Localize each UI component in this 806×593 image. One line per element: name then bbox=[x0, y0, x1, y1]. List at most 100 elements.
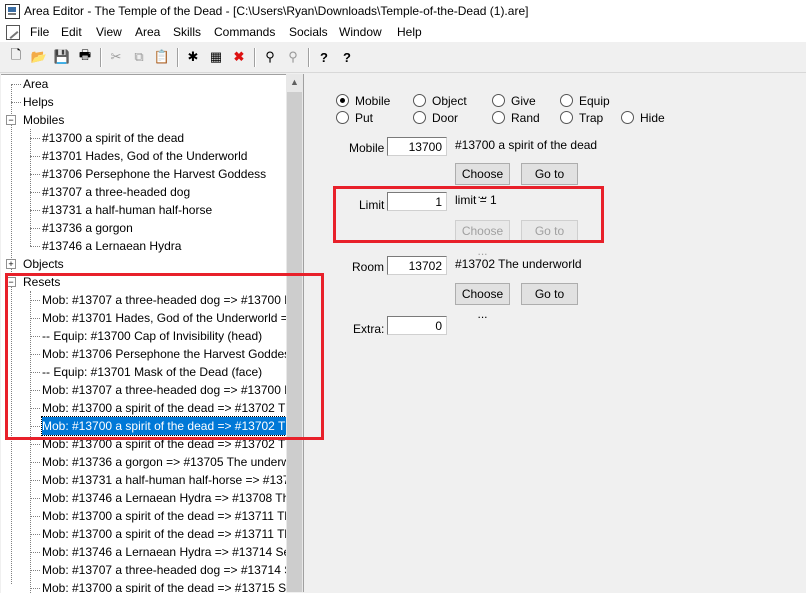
tree-connector bbox=[30, 246, 40, 247]
app-icon[interactable] bbox=[5, 4, 20, 19]
reset-editor-panel: Mobile Object Give Equip Put Door Rand T… bbox=[310, 74, 806, 592]
radio-circle bbox=[560, 111, 573, 125]
tree-connector bbox=[30, 480, 40, 481]
cut-icon[interactable]: ✂ bbox=[106, 47, 126, 67]
radio-circle bbox=[413, 111, 426, 125]
menu-commands[interactable]: Commands bbox=[214, 25, 275, 39]
tree-node-mobile[interactable]: #13731 a half-human half-horse bbox=[42, 201, 212, 219]
menu-help[interactable]: Help bbox=[397, 25, 422, 39]
tree-connector bbox=[30, 444, 40, 445]
toolbar-separator bbox=[254, 48, 256, 67]
mobile-label: Mobile bbox=[349, 141, 385, 155]
tree-connector bbox=[30, 192, 40, 193]
tree-node-helps[interactable]: Helps bbox=[23, 93, 54, 111]
tree-node-mobile[interactable]: #13707 a three-headed dog bbox=[42, 183, 190, 201]
new-file-icon[interactable]: 🗋 bbox=[6, 47, 26, 67]
menu-skills[interactable]: Skills bbox=[173, 25, 201, 39]
scroll-up-arrow-icon[interactable]: ▲ bbox=[286, 74, 303, 91]
radio-hide[interactable]: Hide bbox=[621, 111, 665, 127]
expand-icon[interactable]: + bbox=[6, 259, 16, 269]
radio-door[interactable]: Door bbox=[413, 111, 458, 127]
radio-put[interactable]: Put bbox=[336, 111, 373, 127]
tree-node-reset[interactable]: Mob: #13700 a spirit of the dead => #137… bbox=[42, 579, 286, 593]
find-next-icon[interactable]: ⚲ bbox=[283, 47, 303, 67]
mobile-goto-button[interactable]: Go to bbox=[521, 163, 578, 185]
title-bar: Area Editor - The Temple of the Dead - [… bbox=[0, 0, 806, 22]
tree-node-reset[interactable]: Mob: #13707 a three-headed dog => #13714… bbox=[42, 561, 286, 579]
menu-file[interactable]: File bbox=[30, 25, 49, 39]
tree-node-mobiles[interactable]: Mobiles bbox=[23, 111, 64, 129]
open-folder-icon[interactable]: 📂 bbox=[29, 47, 49, 67]
print-icon[interactable]: 🖶 bbox=[75, 47, 95, 67]
extra-label: Extra: bbox=[353, 322, 385, 336]
radio-equip[interactable]: Equip bbox=[560, 94, 610, 110]
menu-window[interactable]: Window bbox=[339, 25, 382, 39]
tree-node-reset[interactable]: Mob: #13731 a half-human half-horse => #… bbox=[42, 471, 286, 489]
highlight-box-limit bbox=[333, 186, 604, 243]
radio-circle bbox=[336, 94, 349, 108]
tree-connector bbox=[30, 588, 40, 589]
radio-label: Object bbox=[432, 94, 467, 108]
room-vnum-field[interactable]: 13702 bbox=[387, 256, 447, 275]
tree-connector bbox=[30, 174, 40, 175]
mobile-vnum-field[interactable]: 13700 bbox=[387, 137, 447, 156]
radio-mobile[interactable]: Mobile bbox=[336, 94, 390, 110]
tree-connector bbox=[11, 102, 21, 103]
tree-node-mobile[interactable]: #13706 Persephone the Harvest Goddess bbox=[42, 165, 266, 183]
help-icon[interactable]: ? bbox=[314, 47, 334, 67]
radio-label: Rand bbox=[511, 111, 540, 125]
add-item-icon[interactable]: ✱ bbox=[183, 47, 203, 67]
radio-rand[interactable]: Rand bbox=[492, 111, 540, 127]
tree-connector bbox=[30, 552, 40, 553]
context-help-icon[interactable]: ? bbox=[337, 47, 357, 67]
radio-circle bbox=[336, 111, 349, 125]
radio-label: Door bbox=[432, 111, 459, 125]
menu-area[interactable]: Area bbox=[135, 25, 160, 39]
radio-label: Equip bbox=[579, 94, 610, 108]
mobile-description: #13700 a spirit of the dead bbox=[455, 138, 598, 152]
edit-item-icon[interactable]: ▦ bbox=[206, 47, 226, 67]
toolbar: 🗋 📂 💾 🖶 ✂ ⧉ 📋 ✱ ▦ ✖ ⚲ ⚲ ? ? bbox=[0, 44, 806, 73]
menu-view[interactable]: View bbox=[96, 25, 122, 39]
toolbar-separator bbox=[100, 48, 102, 67]
tree-node-mobile[interactable]: #13746 a Lernaean Hydra bbox=[42, 237, 181, 255]
tree-connector bbox=[30, 498, 40, 499]
tree-connector bbox=[30, 516, 40, 517]
radio-circle bbox=[560, 94, 573, 108]
tree-node-area[interactable]: Area bbox=[23, 75, 48, 93]
tree-node-mobile[interactable]: #13736 a gorgon bbox=[42, 219, 133, 237]
radio-circle bbox=[621, 111, 634, 125]
radio-label: Mobile bbox=[355, 94, 391, 108]
collapse-icon[interactable]: − bbox=[6, 115, 16, 125]
menu-socials[interactable]: Socials bbox=[289, 25, 328, 39]
tree-connector bbox=[30, 210, 40, 211]
room-goto-button[interactable]: Go to bbox=[521, 283, 578, 305]
mobile-choose-button[interactable]: Choose ... bbox=[455, 163, 510, 201]
menu-edit[interactable]: Edit bbox=[61, 25, 82, 39]
tree-connector bbox=[30, 570, 40, 571]
find-icon[interactable]: ⚲ bbox=[260, 47, 280, 67]
tree-node-reset[interactable]: Mob: #13746 a Lernaean Hydra => #13714 S… bbox=[42, 543, 286, 561]
copy-icon[interactable]: ⧉ bbox=[129, 47, 149, 67]
tree-node-reset[interactable]: Mob: #13746 a Lernaean Hydra => #13708 T… bbox=[42, 489, 286, 507]
tree-node-mobile[interactable]: #13701 Hades, God of the Underworld bbox=[42, 147, 247, 165]
toolbar-separator bbox=[177, 48, 179, 67]
extra-field[interactable]: 0 bbox=[387, 316, 447, 335]
document-icon[interactable] bbox=[6, 25, 20, 40]
save-icon[interactable]: 💾 bbox=[52, 47, 72, 67]
delete-icon[interactable]: ✖ bbox=[229, 47, 249, 67]
tree-node-reset[interactable]: Mob: #13736 a gorgon => #13705 The under… bbox=[42, 453, 286, 471]
paste-icon[interactable]: 📋 bbox=[152, 47, 172, 67]
tree-connector bbox=[30, 138, 40, 139]
tree-node-objects[interactable]: Objects bbox=[23, 255, 64, 273]
menu-bar: File Edit View Area Skills Commands Soci… bbox=[0, 22, 806, 42]
tree-node-reset[interactable]: Mob: #13700 a spirit of the dead => #137… bbox=[42, 525, 286, 543]
tree-node-reset[interactable]: Mob: #13700 a spirit of the dead => #137… bbox=[42, 507, 286, 525]
radio-object[interactable]: Object bbox=[413, 94, 467, 110]
radio-trap[interactable]: Trap bbox=[560, 111, 603, 127]
radio-circle bbox=[492, 94, 505, 108]
tree-connector bbox=[30, 156, 40, 157]
tree-node-mobile[interactable]: #13700 a spirit of the dead bbox=[42, 129, 184, 147]
radio-give[interactable]: Give bbox=[492, 94, 536, 110]
room-choose-button[interactable]: Choose ... bbox=[455, 283, 510, 321]
